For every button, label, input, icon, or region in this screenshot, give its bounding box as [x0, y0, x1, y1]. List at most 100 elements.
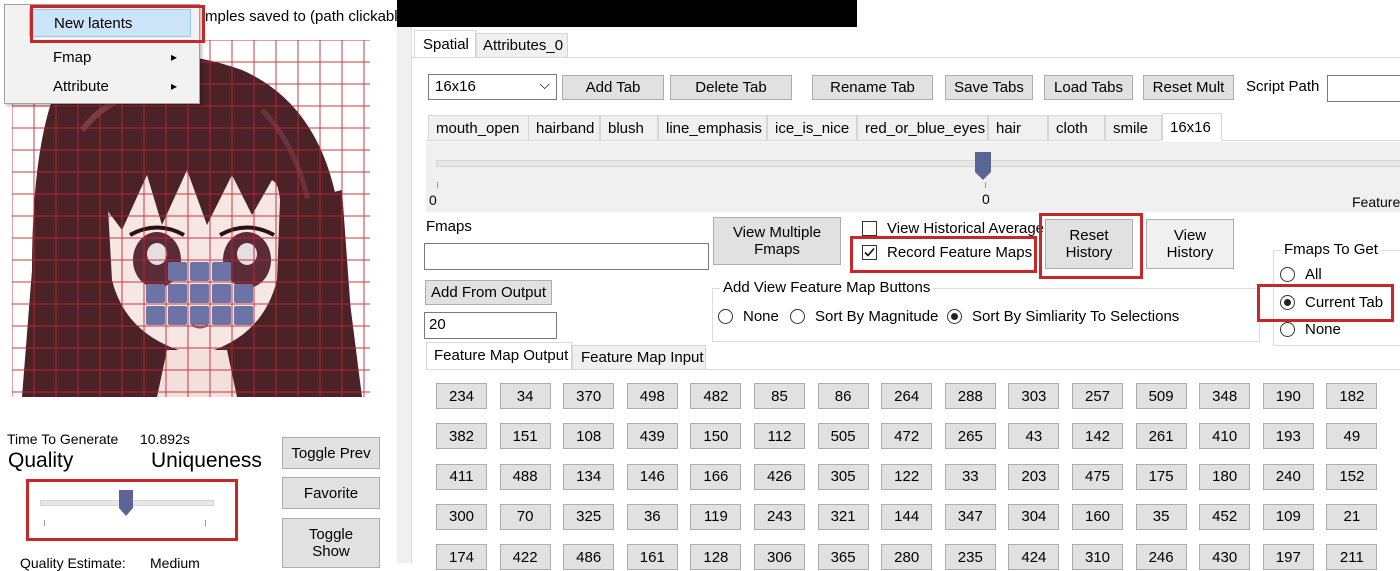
- feature-map-button[interactable]: 382: [436, 423, 487, 450]
- tab-hairband[interactable]: hairband: [528, 115, 600, 141]
- reset-mult-button[interactable]: Reset Mult: [1143, 75, 1234, 100]
- feature-map-button[interactable]: 122: [881, 463, 933, 490]
- feature-map-button[interactable]: 243: [754, 503, 805, 530]
- feature-map-button[interactable]: 452: [1199, 503, 1251, 530]
- radio-current-tab-label[interactable]: Current Tab: [1305, 294, 1383, 311]
- view-historical-average-checkbox[interactable]: [862, 221, 877, 236]
- size-select[interactable]: 16x16 ⌵: [428, 74, 557, 100]
- feature-map-button[interactable]: 410: [1199, 423, 1251, 450]
- reset-history-button[interactable]: Reset History: [1045, 219, 1133, 269]
- favorite-button[interactable]: Favorite: [282, 477, 380, 509]
- feature-map-button[interactable]: 310: [1072, 544, 1123, 571]
- feature-map-button[interactable]: 21: [1326, 503, 1378, 530]
- radio-sort-by-similarity-label[interactable]: Sort By Simliarity To Selections: [972, 308, 1179, 325]
- script-path-input[interactable]: [1327, 75, 1400, 102]
- feature-map-button[interactable]: 151: [499, 423, 551, 450]
- feature-map-button[interactable]: 288: [944, 383, 996, 409]
- load-tabs-button[interactable]: Load Tabs: [1044, 75, 1133, 100]
- feature-map-button[interactable]: 365: [817, 544, 869, 571]
- feature-map-button[interactable]: 180: [1199, 463, 1251, 490]
- feature-map-button[interactable]: 34: [499, 383, 551, 409]
- feature-map-button[interactable]: 119: [690, 503, 742, 530]
- radio-sort-by-magnitude[interactable]: [790, 309, 805, 324]
- feature-map-button[interactable]: 211: [1326, 544, 1378, 571]
- radio-none-fmaps-label[interactable]: None: [1305, 321, 1341, 338]
- view-historical-average-label[interactable]: View Historical Average: [887, 220, 1044, 237]
- record-feature-maps-label[interactable]: Record Feature Maps: [887, 244, 1032, 261]
- feature-map-button[interactable]: 486: [563, 544, 615, 571]
- feature-map-button[interactable]: 146: [626, 463, 678, 490]
- feature-map-button[interactable]: 152: [1326, 463, 1378, 490]
- feature-map-button[interactable]: 128: [690, 544, 742, 571]
- tab-attributes-0[interactable]: Attributes_0: [476, 33, 568, 58]
- feature-map-button[interactable]: 439: [626, 423, 678, 450]
- feature-map-button[interactable]: 246: [1135, 544, 1187, 571]
- menu-item-new-latents[interactable]: New latents: [29, 9, 191, 37]
- fmaps-input[interactable]: [424, 243, 709, 270]
- feature-map-button[interactable]: 49: [1326, 423, 1378, 450]
- tab-mouth-open[interactable]: mouth_open: [428, 115, 529, 141]
- rename-tab-button[interactable]: Rename Tab: [812, 75, 933, 100]
- feature-map-button[interactable]: 261: [1135, 423, 1187, 450]
- menu-item-fmap[interactable]: Fmap ▸: [5, 42, 195, 72]
- feature-map-button[interactable]: 240: [1262, 463, 1314, 490]
- feature-map-button[interactable]: 43: [1008, 423, 1060, 450]
- feature-map-button[interactable]: 505: [817, 423, 869, 450]
- tab-cloth[interactable]: cloth: [1048, 115, 1105, 141]
- feature-map-button[interactable]: 85: [754, 383, 805, 409]
- feature-map-button[interactable]: 182: [1326, 383, 1378, 409]
- feature-map-button[interactable]: 235: [944, 544, 996, 571]
- feature-map-button[interactable]: 498: [626, 383, 678, 409]
- radio-all[interactable]: [1280, 267, 1295, 282]
- feature-map-button[interactable]: 424: [1008, 544, 1060, 571]
- slider-thumb[interactable]: [975, 152, 991, 180]
- tab-hair[interactable]: hair: [988, 115, 1048, 141]
- feature-map-button[interactable]: 86: [817, 383, 869, 409]
- panel-divider[interactable]: [397, 27, 412, 563]
- feature-map-button[interactable]: 321: [817, 503, 869, 530]
- feature-map-button[interactable]: 325: [563, 503, 615, 530]
- quality-uniqueness-slider[interactable]: [28, 480, 236, 540]
- feature-map-button[interactable]: 264: [881, 383, 933, 409]
- feature-map-button[interactable]: 509: [1135, 383, 1187, 409]
- radio-sort-by-similarity[interactable]: [947, 309, 962, 324]
- feature-map-button[interactable]: 300: [436, 503, 487, 530]
- feature-map-button[interactable]: 109: [1262, 503, 1314, 530]
- feature-map-button[interactable]: 488: [499, 463, 551, 490]
- view-multiple-fmaps-button[interactable]: View Multiple Fmaps: [713, 217, 841, 265]
- radio-none-fmaps[interactable]: [1280, 322, 1295, 337]
- feature-map-button[interactable]: 160: [1072, 503, 1123, 530]
- attribute-slider[interactable]: 0 0 Feature: [426, 142, 1400, 212]
- menu-item-attribute[interactable]: Attribute ▸: [5, 71, 195, 101]
- feature-map-button[interactable]: 142: [1072, 423, 1123, 450]
- tab-red-or-blue-eyes[interactable]: red_or_blue_eyes: [857, 115, 988, 141]
- feature-map-button[interactable]: 144: [881, 503, 933, 530]
- tab-feature-map-output[interactable]: Feature Map Output: [426, 342, 572, 370]
- feature-map-button[interactable]: 134: [563, 463, 615, 490]
- radio-sort-by-magnitude-label[interactable]: Sort By Magnitude: [815, 308, 938, 325]
- feature-map-button[interactable]: 280: [881, 544, 933, 571]
- feature-map-button[interactable]: 348: [1199, 383, 1251, 409]
- tab-ice-is-nice[interactable]: ice_is_nice: [767, 115, 857, 141]
- feature-map-button[interactable]: 174: [436, 544, 487, 571]
- feature-map-button[interactable]: 304: [1008, 503, 1060, 530]
- feature-map-button[interactable]: 426: [754, 463, 805, 490]
- tab-line-emphasis[interactable]: line_emphasis: [658, 115, 767, 141]
- radio-none-label[interactable]: None: [743, 308, 779, 325]
- radio-current-tab[interactable]: [1280, 295, 1295, 310]
- tab-feature-map-input[interactable]: Feature Map Input: [572, 345, 706, 370]
- feature-map-button[interactable]: 422: [499, 544, 551, 571]
- feature-map-button[interactable]: 347: [944, 503, 996, 530]
- feature-map-button[interactable]: 190: [1262, 383, 1314, 409]
- record-feature-maps-checkbox[interactable]: [862, 245, 877, 260]
- feature-map-button[interactable]: 166: [690, 463, 742, 490]
- feature-map-button[interactable]: 70: [499, 503, 551, 530]
- slider-thumb[interactable]: [119, 490, 133, 516]
- samples-path-label[interactable]: mples saved to (path clickable): [205, 8, 411, 25]
- feature-map-button[interactable]: 472: [881, 423, 933, 450]
- save-tabs-button[interactable]: Save Tabs: [945, 75, 1033, 100]
- feature-map-button[interactable]: 203: [1008, 463, 1060, 490]
- add-tab-button[interactable]: Add Tab: [562, 75, 664, 100]
- feature-map-button[interactable]: 475: [1072, 463, 1123, 490]
- feature-map-button[interactable]: 265: [944, 423, 996, 450]
